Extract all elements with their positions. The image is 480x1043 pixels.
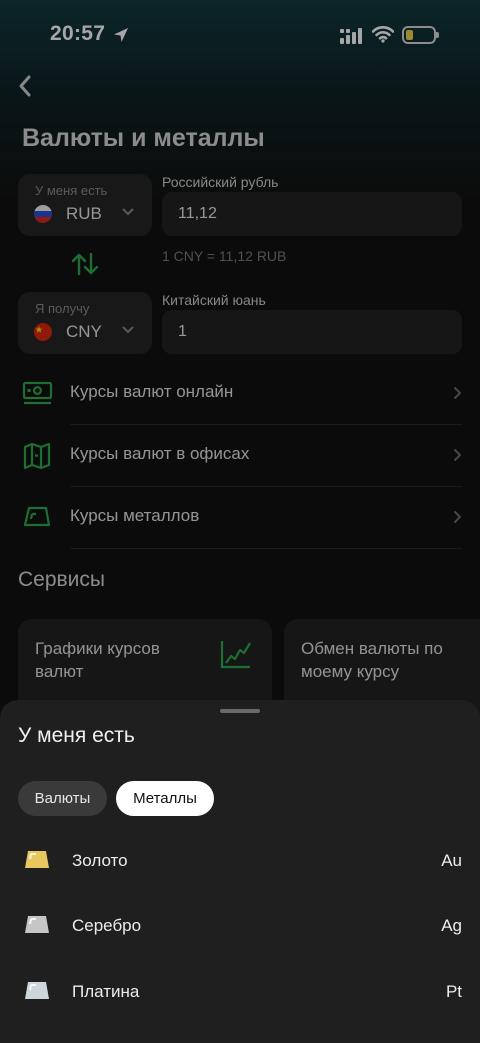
chevron-down-icon (122, 208, 134, 216)
chevron-right-icon (454, 511, 461, 523)
metal-item-platinum[interactable]: Платина Pt (0, 961, 480, 1017)
metal-symbol: Ag (441, 916, 462, 935)
metal-item-silver[interactable]: Серебро Ag (0, 895, 480, 951)
metal-name: Золото (72, 851, 128, 870)
to-amount-value: 1 (178, 323, 187, 340)
app-screen: 20:57 Валюты и металлы У меня есть RUB Р… (0, 0, 480, 1043)
gold-ingot-icon (25, 851, 49, 868)
from-currency-select[interactable]: У меня есть RUB (18, 174, 152, 236)
to-currency-name: Китайский юань (162, 292, 266, 308)
map-icon (23, 442, 51, 470)
to-currency-select[interactable]: Я получу CNY (18, 292, 152, 354)
menu-item-label: Курсы металлов (70, 506, 200, 525)
ingot-icon (23, 506, 51, 527)
service-card-label: Графики курсов валют (35, 639, 160, 681)
swap-arrows-icon[interactable] (70, 252, 100, 276)
sheet-title: У меня есть (18, 724, 135, 747)
banknote-icon (22, 381, 53, 405)
page-title: Валюты и металлы (22, 124, 265, 152)
metal-name: Платина (72, 982, 140, 1001)
chevron-right-icon (454, 449, 461, 461)
chevron-down-icon (122, 326, 134, 334)
menu-item-metal-rates[interactable]: Курсы металлов (0, 486, 480, 548)
chart-line-icon (220, 641, 251, 669)
from-amount-value: 11,12 (178, 205, 217, 222)
tab-currencies[interactable]: Валюты (18, 781, 107, 816)
bottom-sheet: У меня есть Валюты Металлы Золото Au Сер… (0, 700, 480, 1043)
back-button[interactable] (10, 70, 40, 102)
china-flag-icon (34, 323, 52, 341)
tab-metals[interactable]: Металлы (116, 781, 214, 816)
status-time: 20:57 (50, 22, 106, 45)
russia-flag-icon (34, 205, 52, 223)
platinum-ingot-icon (25, 982, 49, 999)
to-amount-field[interactable]: 1 (162, 310, 462, 354)
cellular-signal-icon (340, 28, 362, 44)
service-card-label: Обмен валюты по моему курсу (301, 639, 443, 681)
to-currency-label: Я получу (35, 301, 90, 316)
services-section-title: Сервисы (18, 568, 106, 591)
metal-name: Серебро (72, 916, 142, 935)
from-currency-code: RUB (66, 204, 102, 223)
metal-symbol: Pt (445, 982, 462, 1001)
to-currency-code: CNY (66, 322, 102, 341)
from-amount-field[interactable]: 11,12 (162, 192, 462, 236)
chevron-right-icon (454, 387, 461, 399)
chevron-left-icon (19, 75, 31, 97)
metal-symbol: Au (441, 851, 462, 870)
menu-item-label: Курсы валют в офисах (70, 444, 250, 463)
metal-item-gold[interactable]: Золото Au (0, 830, 480, 886)
divider (70, 548, 462, 549)
wifi-icon (372, 26, 394, 43)
menu-item-rates-offices[interactable]: Курсы валют в офисах (0, 424, 480, 486)
sheet-drag-handle[interactable] (220, 709, 260, 713)
silver-ingot-icon (25, 916, 49, 933)
location-arrow-icon (114, 28, 128, 42)
menu-item-label: Курсы валют онлайн (70, 382, 234, 401)
from-currency-name: Российский рубль (162, 174, 279, 190)
from-currency-label: У меня есть (35, 183, 108, 198)
menu-item-rates-online[interactable]: Курсы валют онлайн (0, 362, 480, 424)
rate-hint: 1 CNY = 11,12 RUB (162, 248, 287, 264)
battery-icon (402, 26, 439, 44)
